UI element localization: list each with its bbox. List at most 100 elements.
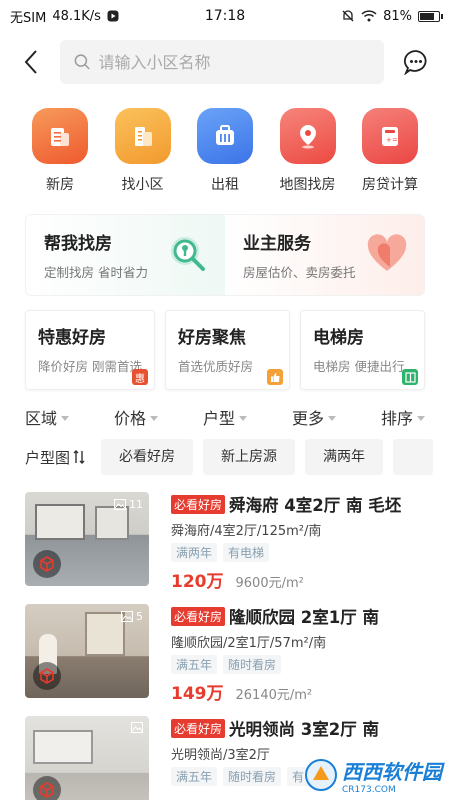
total-price: 149万: [171, 684, 224, 704]
listing-tag: 满两年: [171, 543, 218, 562]
listing-tags: 满两年 有电梯: [171, 543, 425, 562]
building-icon: [114, 108, 171, 164]
listing-title-row: 必看好房 隆顺欣园 2室1厅 南: [171, 604, 425, 628]
search-header: [0, 32, 450, 92]
elevator-icon: [402, 369, 419, 385]
vr-cube-icon[interactable]: [33, 550, 61, 578]
listing-title: 光明领尚 3室2厅 南: [229, 720, 379, 739]
nav-new-house-label: 新房: [46, 177, 74, 193]
promo-elevator-card[interactable]: 电梯房 电梯房 便捷出行: [300, 310, 426, 390]
listing-card[interactable]: 5 必看好房 隆顺欣园 2室1厅 南 隆顺欣园/2室1厅/57m²/南 满五年 …: [25, 588, 425, 704]
listing-tags: 满五年 随时看房: [171, 655, 425, 674]
nav-mortgage-calc-label: 房贷计算: [362, 177, 418, 193]
must-see-badge: 必看好房: [171, 606, 226, 626]
promo-focus-sub: 首选优质好房: [177, 359, 253, 374]
listing-info: 必看好房 舜海府 4室2厅 南 毛坯 舜海府/4室2厅/125m²/南 满两年 …: [149, 492, 425, 592]
watermark-text: 西西软件园: [342, 759, 442, 784]
svg-text:+=: +=: [386, 136, 398, 144]
nav-new-house[interactable]: 新房: [20, 108, 100, 202]
unit-price: 9600元/m²: [235, 576, 304, 591]
image-icon: [131, 722, 143, 733]
unit-price: 26140元/m²: [235, 688, 313, 703]
search-box[interactable]: [60, 40, 384, 84]
photo-count: [131, 722, 143, 733]
nav-rent[interactable]: 出租: [185, 108, 265, 202]
new-house-icon: [32, 108, 88, 164]
image-icon: [114, 499, 126, 510]
promo-discount-title: 特惠好房: [38, 328, 106, 348]
listing-photo: 5: [25, 604, 149, 698]
filter-more[interactable]: 更多: [292, 405, 336, 429]
filter-sort-label: 排序: [380, 409, 413, 428]
battery-icon: [417, 10, 443, 22]
status-bar: 无SIM 48.1K/s 17:18 81%: [0, 0, 450, 32]
listing-title-row: 必看好房 光明领尚 3室2厅 南: [171, 716, 425, 740]
listing-desc: 舜海府/4室2厅/125m²/南: [171, 524, 322, 539]
promo-discount-card[interactable]: 特惠好房 降价好房 刚需首选 惠: [25, 310, 155, 390]
message-button[interactable]: [398, 42, 434, 82]
chip-must-see[interactable]: 必看好房: [101, 439, 194, 475]
help-find-house-card[interactable]: 帮我找房 定制找房 省时省力: [26, 215, 225, 295]
floorplan-label: 户型图: [25, 448, 71, 467]
listing-title: 舜海府 4室2厅 南 毛坯: [229, 496, 402, 515]
must-see-badge: 必看好房: [171, 718, 226, 738]
search-input[interactable]: [98, 52, 370, 72]
battery-percent: 81%: [383, 8, 412, 24]
media-play-icon: [107, 10, 119, 22]
photo-count-value: 5: [136, 610, 143, 623]
filter-sort[interactable]: 排序: [381, 405, 425, 429]
vr-cube-icon[interactable]: [33, 662, 61, 690]
listing-tag: 随时看房: [223, 655, 282, 674]
caret-down-icon: [238, 415, 247, 421]
listing-tag: 有电梯: [223, 543, 270, 562]
quick-tags: 户型图 必看好房 新上房源 满两年: [25, 438, 450, 476]
watermark-sub: CR173.COM: [342, 784, 396, 795]
chip-two-years[interactable]: 满两年: [305, 439, 384, 475]
nav-rent-label: 出租: [211, 177, 239, 193]
chevron-left-icon: [24, 50, 37, 74]
filter-price[interactable]: 价格: [114, 405, 158, 429]
chip-more[interactable]: [393, 439, 434, 475]
search-icon: [74, 54, 90, 70]
filter-layout-label: 户型: [202, 409, 235, 428]
caret-down-icon: [61, 415, 70, 421]
back-button[interactable]: [16, 42, 46, 82]
image-icon: [121, 611, 133, 622]
vr-cube-icon[interactable]: [33, 776, 61, 800]
nav-find-community-label: 找小区: [121, 177, 164, 193]
nav-mortgage-calc[interactable]: += 房贷计算: [350, 108, 430, 202]
discount-badge-icon: 惠: [131, 369, 148, 385]
filter-more-label: 更多: [291, 409, 324, 428]
listing-desc: 隆顺欣园/2室1厅/57m²/南: [171, 636, 327, 651]
nav-find-community[interactable]: 找小区: [103, 108, 183, 202]
nav-map-search[interactable]: 地图找房: [268, 108, 348, 202]
owner-service-card[interactable]: 业主服务 房屋估价、卖房委托: [225, 215, 424, 295]
listing-tag: 满五年: [171, 767, 218, 786]
filter-area[interactable]: 区域: [25, 405, 70, 429]
promo-focus-card[interactable]: 好房聚焦 首选优质好房: [164, 310, 290, 390]
nav-map-search-label: 地图找房: [279, 177, 336, 193]
listing-photo: [25, 716, 149, 800]
promo-elevator-title: 电梯房: [313, 328, 364, 348]
floorplan-toggle[interactable]: 户型图: [25, 447, 85, 468]
suitcase-icon: [197, 108, 253, 164]
filter-bar: 区域 价格 户型 更多 排序: [25, 402, 425, 432]
promo-discount-sub: 降价好房 刚需首选: [38, 359, 142, 374]
promo-elevator-sub: 电梯房 便捷出行: [313, 359, 405, 374]
listing-photo: 11: [25, 492, 149, 586]
mute-bell-icon: [341, 9, 355, 23]
thumbs-up-icon: [267, 369, 283, 385]
filter-layout[interactable]: 户型: [203, 405, 247, 429]
photo-count: 5: [121, 610, 143, 623]
chip-new-listing[interactable]: 新上房源: [203, 439, 296, 475]
listing-title-row: 必看好房 舜海府 4室2厅 南 毛坯: [171, 492, 425, 516]
must-see-badge: 必看好房: [171, 494, 226, 514]
quick-nav: 新房 找小区 出租 地图找房 += 房贷计算: [0, 92, 450, 202]
network-speed: 48.1K/s: [52, 8, 101, 24]
listing-title: 隆顺欣园 2室1厅 南: [229, 608, 379, 627]
listing-card[interactable]: 11 必看好房 舜海府 4室2厅 南 毛坯 舜海府/4室2厅/125m²/南 满…: [25, 476, 425, 592]
listing-info: 必看好房 隆顺欣园 2室1厅 南 隆顺欣园/2室1厅/57m²/南 满五年 随时…: [149, 604, 425, 704]
caret-down-icon: [327, 415, 336, 421]
photo-count-value: 11: [129, 498, 143, 511]
map-pin-icon: [279, 108, 336, 164]
